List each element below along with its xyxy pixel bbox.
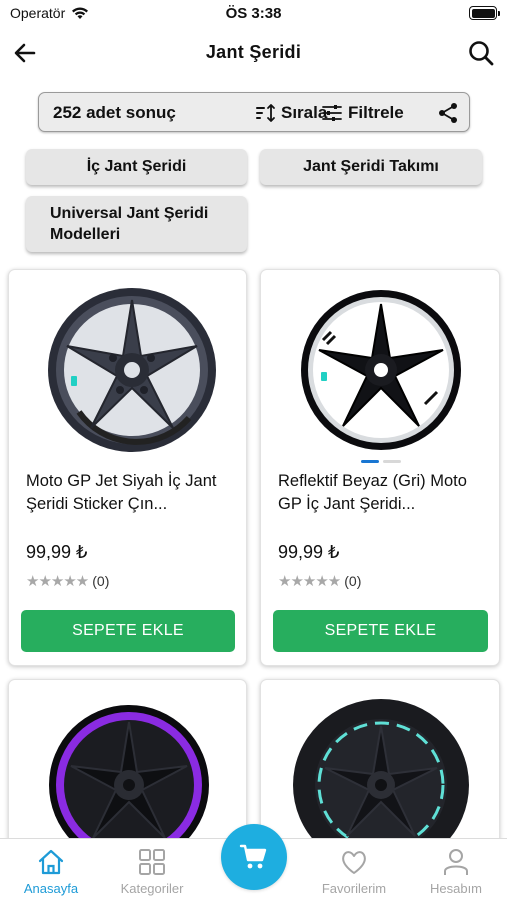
battery-icon xyxy=(469,6,500,20)
app-header: Jant Şeridi xyxy=(0,28,507,78)
grid-icon xyxy=(139,849,165,875)
status-bar: Operatör ÖS 3:38 xyxy=(0,0,507,28)
product-title[interactable]: Reflektif Beyaz (Gri) Moto GP İç Jant Şe… xyxy=(278,470,484,516)
page-title: Jant Şeridi xyxy=(205,42,302,62)
nav-account-label: Hesabım xyxy=(429,881,483,896)
carousel-dot-active xyxy=(361,460,379,463)
home-icon xyxy=(38,849,64,875)
nav-categories-label: Kategoriler xyxy=(120,881,184,896)
product-price: 99,99 ₺ xyxy=(278,542,340,562)
rating-count: (0) xyxy=(92,573,110,589)
carousel-dot xyxy=(383,460,401,463)
sort-button[interactable]: Sırala xyxy=(255,101,327,125)
image-carousel-indicator xyxy=(361,460,401,463)
product-image[interactable] xyxy=(281,280,481,460)
product-title[interactable]: Moto GP Jet Siyah İç Jant Şeridi Sticker… xyxy=(26,470,232,516)
rating-count: (0) xyxy=(344,573,362,589)
product-rating: ★★★★★ (0) xyxy=(278,572,361,590)
nav-account[interactable]: Hesabım xyxy=(411,847,501,896)
sort-label: Sırala xyxy=(281,103,328,122)
nav-home-label: Anasayfa xyxy=(23,881,79,896)
product-image[interactable] xyxy=(29,280,229,460)
result-count: 252 adet sonuç xyxy=(53,103,176,122)
sort-icon xyxy=(256,104,275,122)
add-to-cart-button[interactable]: SEPETE EKLE xyxy=(273,610,488,652)
nav-categories[interactable]: Kategoriler xyxy=(107,847,197,896)
filter-button[interactable]: Filtrele xyxy=(322,101,404,125)
status-time: ÖS 3:38 xyxy=(225,5,282,22)
product-card[interactable]: Reflektif Beyaz (Gri) Moto GP İç Jant Şe… xyxy=(260,269,500,666)
filter-label: Filtrele xyxy=(348,103,404,122)
search-icon[interactable] xyxy=(467,39,495,67)
chip-universal-jant-seridi[interactable]: Universal Jant Şeridi Modelleri xyxy=(26,196,247,252)
chip-jant-seridi-takimi[interactable]: Jant Şeridi Takımı xyxy=(260,149,482,185)
product-rating: ★★★★★ (0) xyxy=(26,572,109,590)
rating-stars-icon: ★★★★★ xyxy=(278,572,341,590)
share-icon[interactable] xyxy=(437,102,459,124)
nav-home[interactable]: Anasayfa xyxy=(6,847,96,896)
chip-ic-jant-seridi[interactable]: İç Jant Şeridi xyxy=(26,149,247,185)
rating-stars-icon: ★★★★★ xyxy=(26,572,89,590)
filter-sliders-icon xyxy=(322,105,342,121)
nav-favorites-label: Favorilerim xyxy=(321,881,387,896)
results-toolbar: 252 adet sonuç Sırala Filtrele xyxy=(38,92,470,132)
user-icon xyxy=(444,849,468,875)
add-to-cart-button[interactable]: SEPETE EKLE xyxy=(21,610,235,652)
product-card[interactable]: Moto GP Jet Siyah İç Jant Şeridi Sticker… xyxy=(8,269,247,666)
shopping-cart-icon xyxy=(239,844,267,869)
cart-button[interactable] xyxy=(221,824,287,890)
nav-favorites[interactable]: Favorilerim xyxy=(309,847,399,896)
product-price: 99,99 ₺ xyxy=(26,542,88,562)
heart-icon xyxy=(342,851,366,874)
